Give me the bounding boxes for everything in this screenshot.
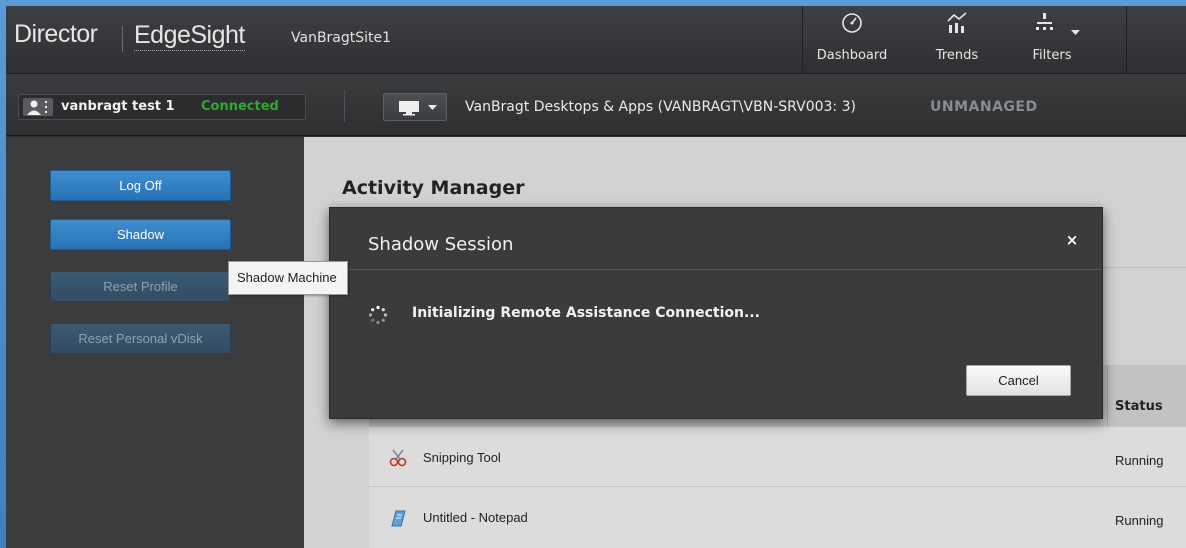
- session-bar: vanbragt test 1 Connected VanBragt Deskt…: [6, 74, 1186, 136]
- brand-director-logo[interactable]: Director: [14, 20, 98, 49]
- page-title: Activity Manager: [342, 177, 525, 199]
- trends-icon: [947, 12, 967, 33]
- nav-divider: [1126, 6, 1127, 74]
- table-row[interactable]: Untitled - Notepad Running: [369, 486, 1186, 546]
- nav-dashboard-button[interactable]: Dashboard: [806, 6, 898, 74]
- user-avatar: [23, 98, 53, 116]
- nav-divider: [802, 6, 803, 74]
- loading-spinner-icon: [368, 305, 388, 325]
- machine-selector-button[interactable]: [383, 93, 447, 121]
- chevron-down-icon: [1071, 30, 1080, 35]
- site-name: VanBragtSite1: [291, 30, 392, 46]
- nav-trends-label: Trends: [935, 48, 979, 63]
- status-column-header[interactable]: Status: [1115, 399, 1163, 414]
- brand-separator: [122, 26, 123, 52]
- top-bar: Director EdgeSight VanBragtSite1 Dashboa…: [6, 6, 1186, 74]
- log-off-button[interactable]: Log Off: [50, 170, 231, 201]
- application-name: Snipping Tool: [423, 450, 501, 465]
- nav-filters-button[interactable]: Filters: [1016, 6, 1088, 74]
- dialog-divider: [330, 269, 1102, 270]
- brand-edgesight-link[interactable]: EdgeSight: [134, 20, 245, 51]
- nav-dashboard-label: Dashboard: [816, 48, 888, 63]
- nav-trends-button[interactable]: Trends: [928, 6, 986, 74]
- dialog-title: Shadow Session: [368, 234, 514, 255]
- shadow-button[interactable]: Shadow: [50, 219, 231, 250]
- user-selector[interactable]: vanbragt test 1 Connected: [18, 94, 306, 120]
- user-name: vanbragt test 1: [61, 99, 175, 114]
- action-sidebar: Log Off Shadow Reset Profile Reset Perso…: [6, 137, 304, 548]
- shadow-tooltip: Shadow Machine: [228, 261, 348, 295]
- director-app-window: Director EdgeSight VanBragtSite1 Dashboa…: [6, 6, 1186, 548]
- monitor-icon: [399, 101, 419, 116]
- machine-name: VanBragt Desktops & Apps (VANBRAGT\VBN-S…: [465, 99, 856, 115]
- column-divider: [1107, 365, 1108, 426]
- user-icon: [27, 100, 47, 115]
- close-icon[interactable]: ×: [1064, 230, 1080, 250]
- filters-icon: [1035, 13, 1053, 30]
- reset-profile-button[interactable]: Reset Profile: [50, 271, 231, 302]
- machine-state-badge: UNMANAGED: [930, 99, 1038, 115]
- chevron-down-icon: [428, 105, 437, 110]
- notepad-icon: [391, 510, 406, 527]
- cancel-button[interactable]: Cancel: [966, 365, 1071, 396]
- application-name: Untitled - Notepad: [423, 510, 528, 525]
- connection-status: Connected: [201, 99, 279, 114]
- session-separator: [344, 90, 345, 122]
- application-status: Running: [1115, 513, 1164, 528]
- application-status: Running: [1115, 453, 1164, 468]
- shadow-session-dialog: Shadow Session × Initializing Remote Ass…: [329, 207, 1103, 419]
- nav-filters-label: Filters: [1032, 48, 1072, 63]
- table-row[interactable]: Snipping Tool Running: [369, 426, 1186, 486]
- gauge-icon: [842, 13, 862, 33]
- snipping-tool-icon: [389, 449, 407, 467]
- dialog-message: Initializing Remote Assistance Connectio…: [412, 305, 760, 321]
- reset-personal-vdisk-button[interactable]: Reset Personal vDisk: [50, 323, 231, 354]
